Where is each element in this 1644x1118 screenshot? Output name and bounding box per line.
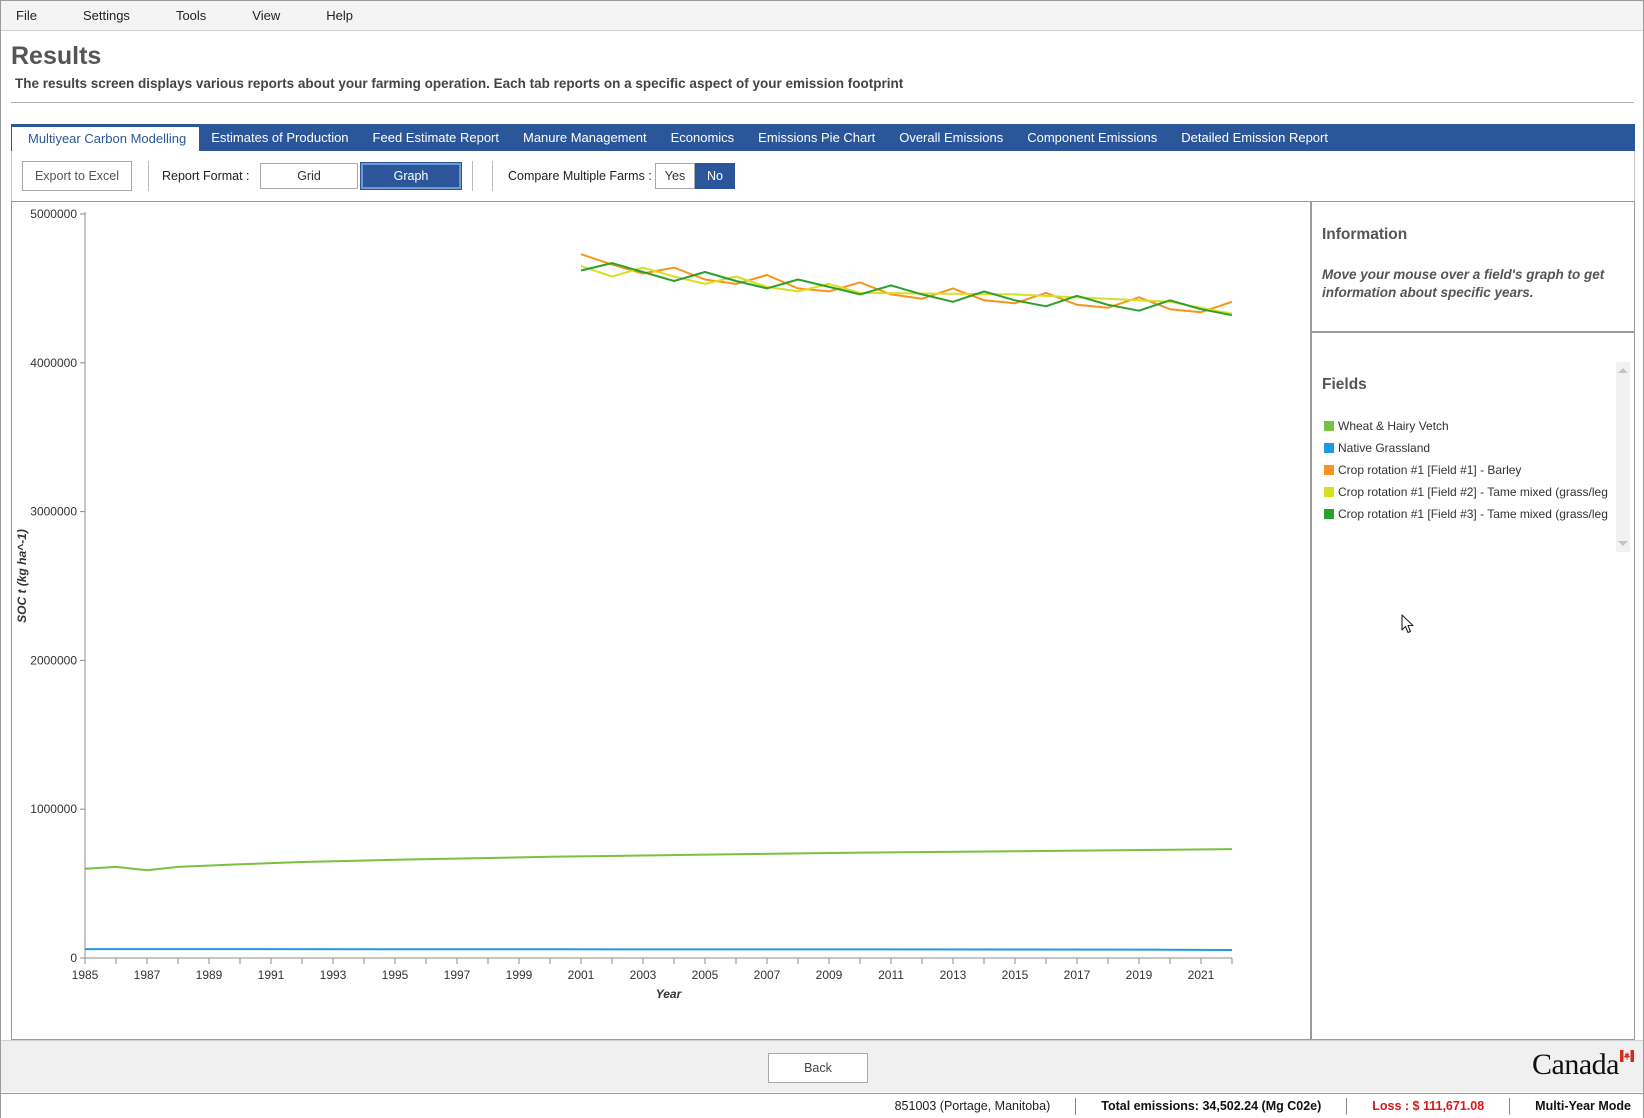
mouse-pointer-icon: [1401, 614, 1414, 634]
status-location: 851003 (Portage, Manitoba): [870, 1097, 1077, 1115]
field-color-swatch: [1324, 421, 1334, 431]
header-divider: [11, 102, 1634, 103]
series-line[interactable]: [85, 948, 1233, 951]
x-tick-label: 2009: [816, 968, 843, 982]
series-line[interactable]: [580, 262, 1233, 317]
tab-multiyear-carbon-modelling[interactable]: Multiyear Carbon Modelling: [12, 127, 200, 151]
page-title: Results: [11, 42, 102, 70]
status-total-emissions: Total emissions: 34,502.24 (Mg C02e): [1076, 1097, 1348, 1115]
x-tick-label: 2015: [1002, 968, 1029, 982]
grid-format-button[interactable]: Grid: [260, 163, 358, 189]
soc-chart-panel: 0 1000000 2000000 3000000 4000000 5000000 1985…: [11, 201, 1311, 1040]
compare-no-button[interactable]: No: [695, 163, 735, 189]
y-tick-label: 0: [70, 951, 77, 965]
field-legend-item[interactable]: Crop rotation #1 [Field #1] - Barley: [1324, 459, 1614, 481]
x-tick-label: 2019: [1126, 968, 1153, 982]
side-panel: Information Move your mouse over a field…: [1311, 201, 1635, 1040]
footer: Back Canada: [1, 1040, 1643, 1092]
status-mode: Multi-Year Mode: [1535, 1098, 1631, 1113]
menu-file[interactable]: File: [1, 1, 56, 31]
report-format-label: Report Format :: [162, 169, 250, 183]
field-color-swatch: [1324, 465, 1334, 475]
field-legend-item[interactable]: Crop rotation #1 [Field #3] - Tame mixed…: [1324, 503, 1614, 525]
x-tick-label: 2001: [568, 968, 595, 982]
tab-overall-emissions[interactable]: Overall Emissions: [887, 124, 1015, 151]
status-bar: 851003 (Portage, Manitoba) Total emissio…: [1, 1093, 1643, 1118]
back-button[interactable]: Back: [768, 1053, 868, 1083]
y-axis-title: SOC t (kg ha^-1): [15, 529, 29, 623]
y-tick-label: 3000000: [30, 505, 77, 519]
field-legend-label: Wheat & Hairy Vetch: [1338, 419, 1449, 433]
status-loss: Loss : $ 111,671.08: [1347, 1097, 1511, 1115]
series-line[interactable]: [84, 848, 1233, 872]
field-legend-label: Native Grassland: [1338, 441, 1431, 455]
fields-scrollbar[interactable]: [1616, 362, 1630, 552]
compare-multiple-farms-label: Compare Multiple Farms :: [508, 169, 652, 183]
tab-economics[interactable]: Economics: [659, 124, 747, 151]
report-toolbar: Export to Excel Report Format : Grid Gra…: [11, 151, 1635, 201]
soc-line-chart[interactable]: 0 1000000 2000000 3000000 4000000 5000000 1985…: [12, 202, 1310, 1039]
x-tick-label: 2007: [754, 968, 781, 982]
x-axis-title: Year: [656, 987, 683, 1001]
x-tick-label: 2021: [1188, 968, 1215, 982]
field-legend-item[interactable]: Crop rotation #1 [Field #2] - Tame mixed…: [1324, 481, 1614, 503]
canada-wordmark-logo: Canada: [1532, 1048, 1619, 1081]
y-tick-label: 1000000: [30, 802, 77, 816]
y-tick-label: 2000000: [30, 653, 77, 667]
toolbar-separator: [472, 161, 473, 191]
field-legend-label: Crop rotation #1 [Field #1] - Barley: [1338, 463, 1522, 477]
x-tick-label: 1995: [382, 968, 409, 982]
information-text: Move your mouse over a field's graph to …: [1322, 267, 1605, 300]
field-legend-label: Crop rotation #1 [Field #3] - Tame mixed…: [1338, 507, 1608, 521]
series-line[interactable]: [580, 253, 1233, 314]
menu-tools[interactable]: Tools: [149, 1, 225, 31]
tab-component-emissions[interactable]: Component Emissions: [1015, 124, 1169, 151]
x-tick-label: 2003: [630, 968, 657, 982]
field-color-swatch: [1324, 487, 1334, 497]
export-to-excel-button[interactable]: Export to Excel: [22, 161, 132, 191]
fields-title: Fields: [1322, 376, 1367, 393]
x-tick-label: 1989: [196, 968, 223, 982]
x-tick-label: 1997: [444, 968, 471, 982]
field-legend-label: Crop rotation #1 [Field #2] - Tame mixed…: [1338, 485, 1608, 499]
x-tick-label: 1987: [134, 968, 161, 982]
x-tick-label: 2017: [1064, 968, 1091, 982]
x-tick-label: 2013: [940, 968, 967, 982]
page-subtitle: The results screen displays various repo…: [15, 76, 904, 91]
menu-help[interactable]: Help: [299, 1, 372, 31]
fields-legend-list: Wheat & Hairy Vetch Native Grassland Crop …: [1324, 415, 1614, 525]
y-tick-label: 5000000: [30, 207, 77, 221]
field-color-swatch: [1324, 509, 1334, 519]
y-tick-label: 4000000: [30, 356, 77, 370]
canada-flag-icon: [1620, 1050, 1634, 1062]
menu-settings[interactable]: Settings: [56, 1, 149, 31]
tab-manure-management[interactable]: Manure Management: [511, 124, 659, 151]
tab-feed-estimate-report[interactable]: Feed Estimate Report: [361, 124, 511, 151]
menu-bar: File Settings Tools View Help: [1, 1, 1643, 31]
x-tick-label: 1991: [258, 968, 285, 982]
scroll-down-arrow-icon[interactable]: [1618, 541, 1628, 546]
x-tick-label: 1985: [72, 968, 99, 982]
field-legend-item[interactable]: Wheat & Hairy Vetch: [1324, 415, 1614, 437]
toolbar-separator: [148, 161, 149, 191]
field-legend-item[interactable]: Native Grassland: [1324, 437, 1614, 459]
tab-estimates-of-production[interactable]: Estimates of Production: [199, 124, 360, 151]
menu-view[interactable]: View: [225, 1, 299, 31]
toolbar-separator: [492, 161, 493, 191]
compare-yes-button[interactable]: Yes: [655, 163, 695, 189]
tab-emissions-pie-chart[interactable]: Emissions Pie Chart: [746, 124, 887, 151]
graph-format-button[interactable]: Graph: [360, 162, 462, 190]
x-tick-label: 1999: [506, 968, 533, 982]
app-window: File Settings Tools View Help Results Th…: [0, 0, 1644, 1118]
x-tick-label: 1993: [320, 968, 347, 982]
x-tick-label: 2011: [878, 968, 904, 982]
information-box: Information Move your mouse over a field…: [1312, 202, 1634, 333]
tab-detailed-emission-report[interactable]: Detailed Emission Report: [1169, 124, 1340, 151]
field-color-swatch: [1324, 443, 1334, 453]
report-tab-bar: Multiyear Carbon Modelling Estimates of …: [11, 124, 1635, 151]
scroll-up-arrow-icon[interactable]: [1618, 368, 1628, 373]
x-tick-label: 2005: [692, 968, 719, 982]
information-title: Information: [1322, 226, 1408, 243]
